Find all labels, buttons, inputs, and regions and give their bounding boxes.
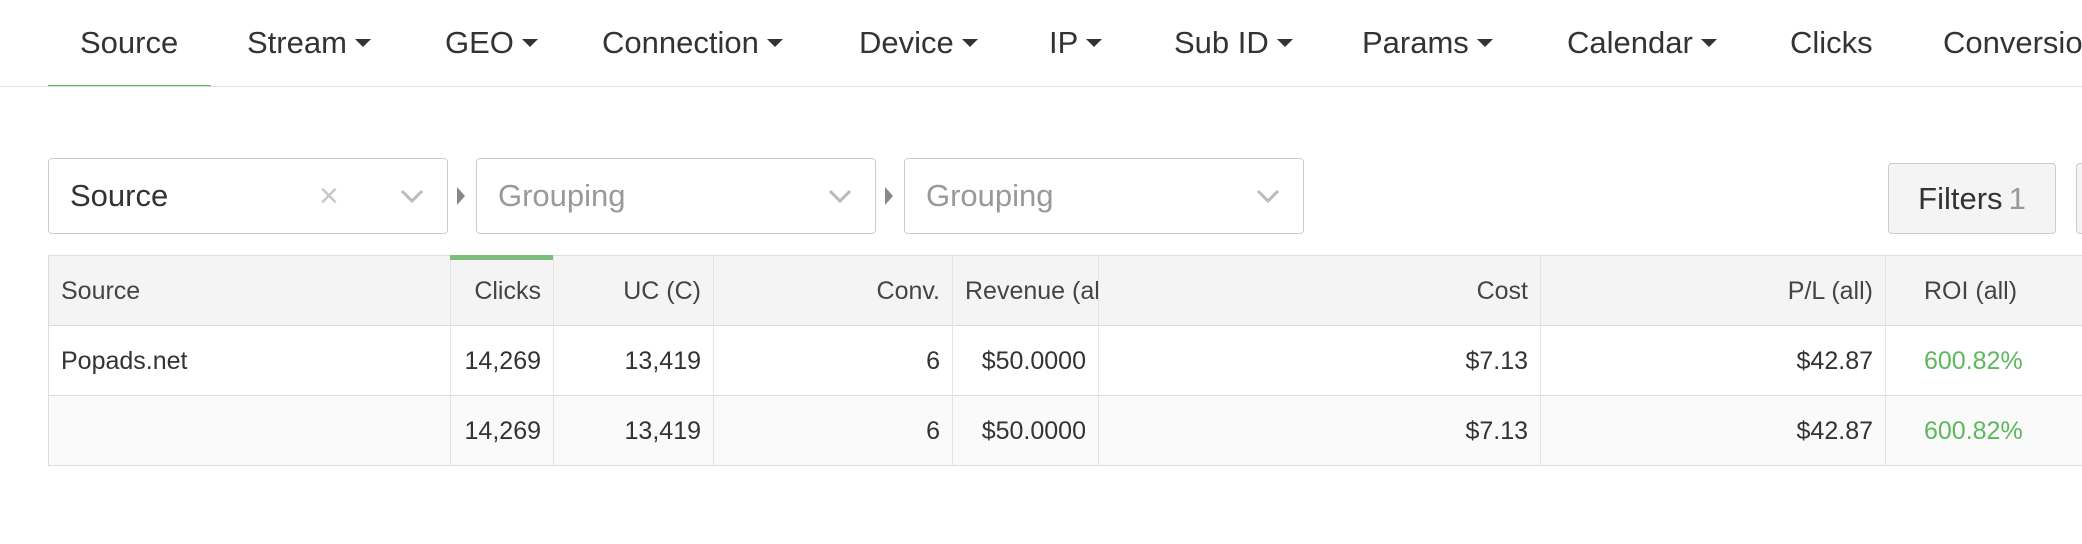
tab-stream-label: Stream [247, 25, 347, 60]
caret-right-icon [885, 187, 893, 205]
total-cost: $7.13 [1099, 396, 1541, 465]
cell-revenue: $50.0000 [953, 326, 1099, 396]
column-header-cost[interactable]: Cost [1099, 256, 1541, 326]
column-header-pl[interactable]: P/L (all) [1541, 256, 1886, 326]
grouping-select-2[interactable]: Grouping [476, 158, 876, 234]
caret-down-icon [1276, 38, 1293, 47]
tab-geo[interactable]: GEO [445, 0, 538, 86]
tab-conversions-label: Conversio [1943, 25, 2082, 60]
tab-params-label: Params [1362, 25, 1469, 60]
cell-uc: 13,419 [554, 326, 714, 396]
caret-right-icon [457, 187, 465, 205]
column-header-conv[interactable]: Conv. [714, 256, 953, 326]
caret-down-icon [1700, 38, 1717, 47]
report-tabs: Source Stream GEO Connection Device IP S… [0, 0, 2082, 87]
tab-device-label: Device [859, 25, 954, 60]
grouping-select-2-placeholder: Grouping [498, 178, 626, 213]
filters-button[interactable]: Filters 1 [1888, 163, 2056, 234]
filters-count: 1 [2008, 181, 2026, 216]
tab-calendar[interactable]: Calendar [1567, 0, 1717, 86]
tab-device[interactable]: Device [859, 0, 978, 86]
tab-connection[interactable]: Connection [602, 0, 783, 86]
total-revenue: $50.0000 [953, 396, 1099, 465]
report-table: Source Clicks UC (C) Conv. Revenue (al C… [48, 255, 2082, 466]
total-source [49, 396, 451, 465]
total-pl: $42.87 [1541, 396, 1886, 465]
tab-geo-label: GEO [445, 25, 514, 60]
cell-source: Popads.net [49, 326, 451, 396]
cell-roi: 600.82% [1924, 347, 2023, 375]
toolbar-button-partial[interactable] [2076, 163, 2082, 234]
column-header-roi[interactable]: ROI (all) [1886, 256, 2082, 326]
total-roi: 600.82% [1924, 417, 2023, 445]
column-header-uc[interactable]: UC (C) [554, 256, 714, 326]
total-conv: 6 [714, 396, 953, 465]
filters-label: Filters [1918, 181, 2003, 216]
tab-stream[interactable]: Stream [247, 0, 371, 86]
tab-sub-id[interactable]: Sub ID [1174, 0, 1293, 86]
caret-down-icon [961, 38, 978, 47]
cell-pl: $42.87 [1541, 326, 1886, 396]
grouping-select-1-value: Source [70, 178, 169, 213]
tab-clicks-label: Clicks [1790, 25, 1873, 60]
cell-cost: $7.13 [1099, 326, 1541, 396]
caret-down-icon [1476, 38, 1493, 47]
tab-params[interactable]: Params [1362, 0, 1493, 86]
total-uc: 13,419 [554, 396, 714, 465]
chevron-down-icon [1256, 189, 1280, 204]
tab-source[interactable]: Source [48, 0, 211, 86]
tab-ip-label: IP [1049, 25, 1079, 60]
sort-indicator [450, 255, 553, 260]
grouping-select-3[interactable]: Grouping [904, 158, 1304, 234]
caret-down-icon [354, 38, 371, 47]
tab-clicks[interactable]: Clicks [1790, 0, 1873, 86]
column-header-clicks[interactable]: Clicks [451, 256, 554, 326]
cell-conv: 6 [714, 326, 953, 396]
caret-down-icon [766, 38, 783, 47]
tab-source-label: Source [80, 25, 179, 60]
table-header-row: Source Clicks UC (C) Conv. Revenue (al C… [49, 256, 2082, 326]
caret-down-icon [521, 38, 538, 47]
chevron-down-icon [400, 189, 424, 204]
clear-icon[interactable]: × [319, 159, 339, 233]
table-row[interactable]: Popads.net 14,269 13,419 6 $50.0000 $7.1… [49, 326, 2082, 396]
grouping-select-1[interactable]: Source × [48, 158, 448, 234]
column-header-revenue[interactable]: Revenue (al [953, 256, 1099, 326]
column-header-source[interactable]: Source [49, 256, 451, 326]
tab-sub-id-label: Sub ID [1174, 25, 1269, 60]
cell-clicks: 14,269 [451, 326, 554, 396]
tab-conversions[interactable]: Conversio [1943, 0, 2082, 86]
tab-calendar-label: Calendar [1567, 25, 1693, 60]
chevron-down-icon [828, 189, 852, 204]
table-totals-row: 14,269 13,419 6 $50.0000 $7.13 $42.87 60… [49, 396, 2082, 465]
grouping-select-3-placeholder: Grouping [926, 178, 1054, 213]
tab-ip[interactable]: IP [1049, 0, 1103, 86]
total-clicks: 14,269 [451, 396, 554, 465]
tab-connection-label: Connection [602, 25, 759, 60]
caret-down-icon [1086, 38, 1103, 47]
